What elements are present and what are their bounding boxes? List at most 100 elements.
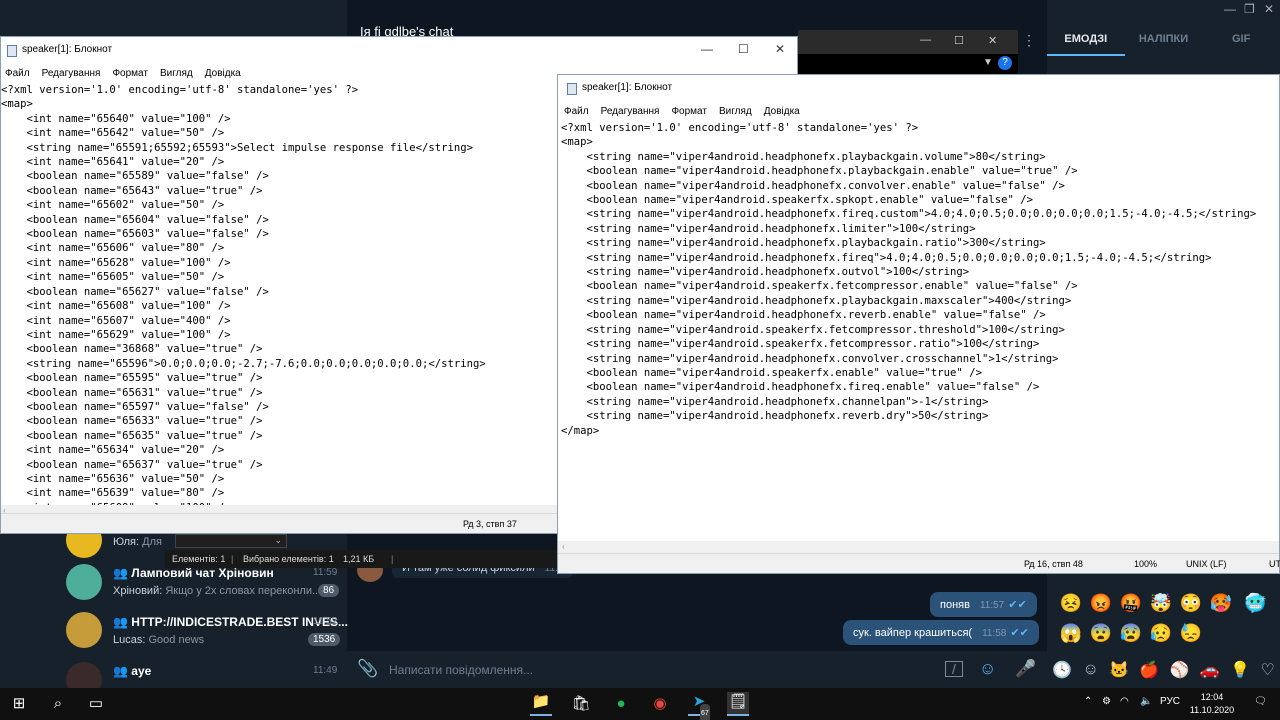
- minimize-icon[interactable]: —: [1224, 2, 1236, 16]
- text-line: <boolean name="viper4android.headphonefx…: [561, 309, 1046, 322]
- emoji[interactable]: 🥶: [1240, 588, 1270, 618]
- text-line: <boolean name="viper4android.headphonefx…: [561, 381, 1040, 394]
- close-icon[interactable]: ✕: [1264, 2, 1274, 16]
- attach-icon[interactable]: 📎: [357, 659, 378, 679]
- message-composer: 📎 Написати повідомлення... / ☺ 🎤: [347, 650, 1047, 688]
- tab-emoji[interactable]: ЕМОДЗІ: [1047, 26, 1125, 56]
- title-bar: speaker[1]: Блокнот — ☐ ✕: [1, 37, 797, 65]
- maximize-icon[interactable]: ❐: [1244, 2, 1255, 16]
- menu-edit[interactable]: Редагування: [601, 103, 660, 121]
- emoji[interactable]: 😥: [1146, 618, 1176, 648]
- chat-list-item[interactable]: 👥 HTTP://INDICESTRADE.BEST INVES... 11:5…: [0, 608, 348, 656]
- emoji[interactable]: 😓: [1176, 618, 1206, 648]
- text-line: <string name="viper4android.headphonefx.…: [561, 352, 1059, 365]
- avatar: [66, 662, 102, 688]
- network-settings-icon[interactable]: ⚙: [1102, 696, 1111, 707]
- minimize-icon[interactable]: —: [701, 42, 713, 56]
- show-hidden-icons-icon[interactable]: ⌃: [1084, 696, 1092, 707]
- text-line: <string name="viper4android.headphonefx.…: [561, 208, 1257, 221]
- notepad-icon[interactable]: 🗒: [727, 692, 749, 716]
- menu-view[interactable]: Вигляд: [719, 103, 752, 121]
- menu-format[interactable]: Формат: [112, 65, 148, 83]
- microphone-icon[interactable]: 🎤: [1015, 659, 1036, 679]
- text-line: <map>: [561, 136, 593, 149]
- window-title: speaker[1]: Блокнот: [582, 82, 673, 93]
- emoji[interactable]: 😱: [1056, 618, 1086, 648]
- emoji[interactable]: 😡: [1086, 588, 1116, 618]
- message-time: 11:58: [982, 628, 1007, 639]
- clock-time: 12:04: [1200, 692, 1224, 702]
- store-icon[interactable]: 🛍: [570, 694, 592, 714]
- emoji-icon[interactable]: ☺: [979, 659, 996, 679]
- close-icon[interactable]: ✕: [775, 42, 785, 56]
- message-input[interactable]: Написати повідомлення...: [389, 663, 533, 677]
- text-line: <string name="viper4android.speakerfx.fe…: [561, 323, 1065, 336]
- volume-icon[interactable]: 🔈: [1140, 696, 1152, 707]
- wifi-icon[interactable]: ◠: [1120, 696, 1129, 707]
- emoji[interactable]: 🥵: [1206, 588, 1236, 618]
- language-indicator[interactable]: РУС: [1160, 696, 1180, 707]
- emoji[interactable]: 🤬: [1116, 588, 1146, 618]
- taskbar: ⊞ ⌕ ▭ 📁 🛍 ● ◉ ➤ 67 🗒 ⌃ ⚙ ◠ 🔈 РУС 12:04 11…: [0, 688, 1280, 720]
- chat-list-item[interactable]: 👥 aye 11:49: [0, 656, 347, 688]
- spotify-icon[interactable]: ●: [610, 694, 632, 714]
- clock-date: 11.10.2020: [1189, 705, 1235, 715]
- emoji[interactable]: 😣: [1056, 588, 1086, 618]
- sticker-tabs: ЕМОДЗІ НАЛІПКИ GIF: [1047, 26, 1280, 56]
- smileys-icon[interactable]: ☺: [1082, 661, 1098, 679]
- animals-icon[interactable]: 🐱: [1109, 660, 1129, 680]
- maximize-icon[interactable]: ☐: [738, 42, 749, 56]
- emoji[interactable]: 🤯: [1146, 588, 1176, 618]
- symbols-icon[interactable]: ♡: [1260, 660, 1274, 680]
- scroll-left-icon[interactable]: ‹: [562, 542, 565, 551]
- explorer-dropdown[interactable]: ⌄: [175, 534, 287, 548]
- sports-icon[interactable]: ⚾: [1170, 660, 1190, 680]
- text-line: <string name="viper4android.headphonefx.…: [561, 410, 989, 423]
- notifications-icon[interactable]: 🗨: [1254, 696, 1267, 707]
- zoom-level: 100%: [1134, 559, 1158, 569]
- clock[interactable]: 12:04 11.10.2020: [1182, 691, 1242, 717]
- commands-icon[interactable]: /: [945, 661, 963, 677]
- telegram-icon[interactable]: ➤ 67: [688, 692, 710, 720]
- file-explorer-icon[interactable]: 📁: [530, 692, 552, 716]
- group-icon: 👥: [113, 566, 132, 580]
- menu-file[interactable]: Файл: [5, 65, 30, 83]
- close-icon[interactable]: ✕: [988, 34, 997, 47]
- search-icon[interactable]: ⌕: [47, 694, 69, 714]
- avatar: [66, 564, 102, 600]
- minimize-icon[interactable]: —: [920, 34, 931, 46]
- task-view-icon[interactable]: ▭: [85, 694, 107, 714]
- outgoing-message: сук. вайпер крашиться(11:58 ✔✔: [843, 620, 1039, 645]
- help-icon[interactable]: ?: [998, 56, 1012, 70]
- text-line: <string name="viper4android.headphonefx.…: [561, 294, 1072, 307]
- menu-format[interactable]: Формат: [671, 103, 707, 121]
- menu-help[interactable]: Довідка: [764, 103, 800, 121]
- outgoing-message: поняв 11:57 ✔✔: [930, 592, 1037, 617]
- emoji[interactable]: 😨: [1086, 618, 1116, 648]
- maximize-icon[interactable]: ☐: [954, 34, 964, 47]
- text-line: <boolean name="viper4android.headphonefx…: [561, 179, 1065, 192]
- text-editor[interactable]: <?xml version='1.0' encoding='utf-8' sta…: [558, 121, 1279, 541]
- menu-file[interactable]: Файл: [564, 103, 589, 121]
- objects-icon[interactable]: 💡: [1230, 660, 1250, 680]
- more-options-icon[interactable]: ⋮: [1022, 32, 1036, 49]
- emoji[interactable]: 😰: [1116, 618, 1146, 648]
- menu-view[interactable]: Вигляд: [160, 65, 193, 83]
- background-window-titlebar: — ☐ ✕: [798, 30, 1018, 54]
- emoji[interactable]: 😳: [1176, 588, 1206, 618]
- menu-edit[interactable]: Редагування: [42, 65, 101, 83]
- text-line: <string name="viper4android.headphonefx.…: [561, 237, 1046, 250]
- menu-help[interactable]: Довідка: [205, 65, 241, 83]
- windows-start-icon[interactable]: ⊞: [8, 694, 30, 714]
- tab-gif[interactable]: GIF: [1202, 26, 1280, 56]
- text-line: <string name="viper4android.headphonefx.…: [561, 222, 976, 235]
- travel-icon[interactable]: 🚗: [1200, 660, 1220, 680]
- chrome-icon[interactable]: ◉: [649, 694, 671, 714]
- food-icon[interactable]: 🍎: [1139, 660, 1159, 680]
- chevron-down-icon[interactable]: ▼: [983, 57, 993, 68]
- menu-bar: Файл Редагування Формат Вигляд Довідка: [558, 103, 1279, 121]
- separator: |: [391, 554, 394, 564]
- tab-stickers[interactable]: НАЛІПКИ: [1125, 26, 1203, 56]
- recent-icon[interactable]: 🕓: [1052, 660, 1072, 680]
- text-line: <boolean name="viper4android.speakerfx.e…: [561, 366, 982, 379]
